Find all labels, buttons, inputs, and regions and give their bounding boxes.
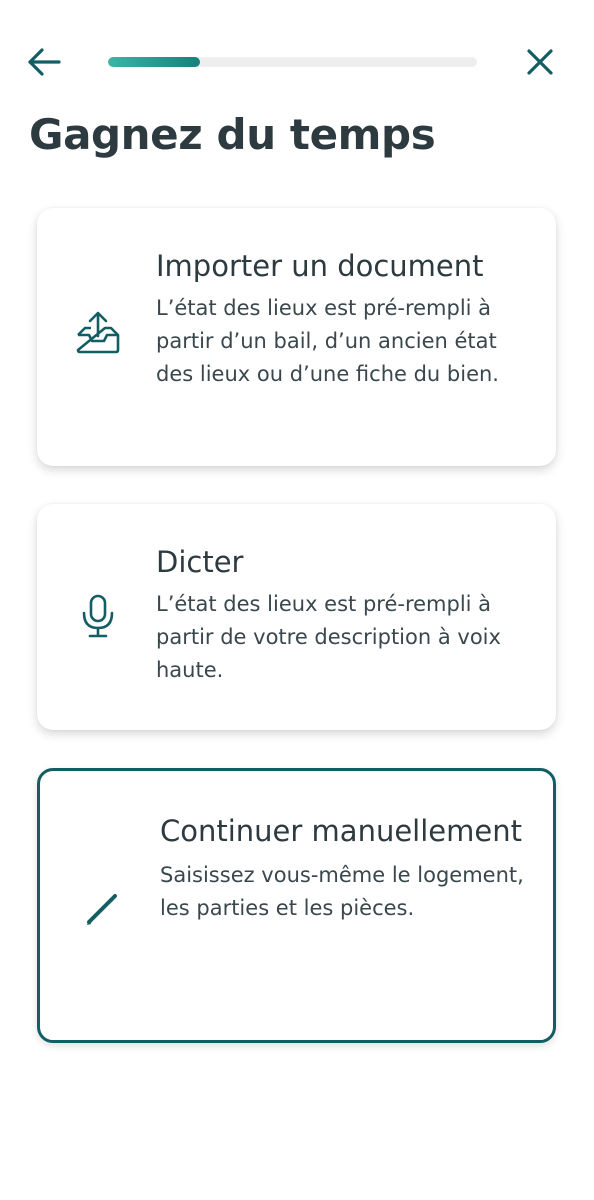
progress-fill: [108, 57, 201, 67]
option-title: Dicter: [156, 545, 244, 579]
option-title: Continuer manuellement: [160, 814, 522, 848]
option-title: Importer un document: [156, 249, 484, 283]
arrow-left-icon: [28, 48, 61, 76]
microphone-icon: [75, 593, 121, 639]
progress-bar: [108, 57, 477, 67]
back-button[interactable]: [24, 42, 64, 82]
close-button[interactable]: [520, 42, 560, 82]
inbox-upload-icon: [75, 310, 121, 356]
pencil-icon: [78, 886, 124, 932]
option-card-import-document[interactable]: Importer un document L’état des lieux es…: [37, 208, 556, 466]
close-icon: [527, 49, 553, 75]
option-description: Saisissez vous-même le logement, les par…: [160, 863, 524, 920]
option-description: L’état des lieux est pré-rempli à partir…: [156, 592, 501, 682]
option-description: L’état des lieux est pré-rempli à partir…: [156, 296, 499, 386]
option-card-continue-manually[interactable]: Continuer manuellement Saisissez vous-mê…: [37, 768, 556, 1043]
option-card-dictate[interactable]: Dicter L’état des lieux est pré-rempli à…: [37, 504, 556, 730]
page-title: Gagnez du temps: [29, 110, 436, 159]
